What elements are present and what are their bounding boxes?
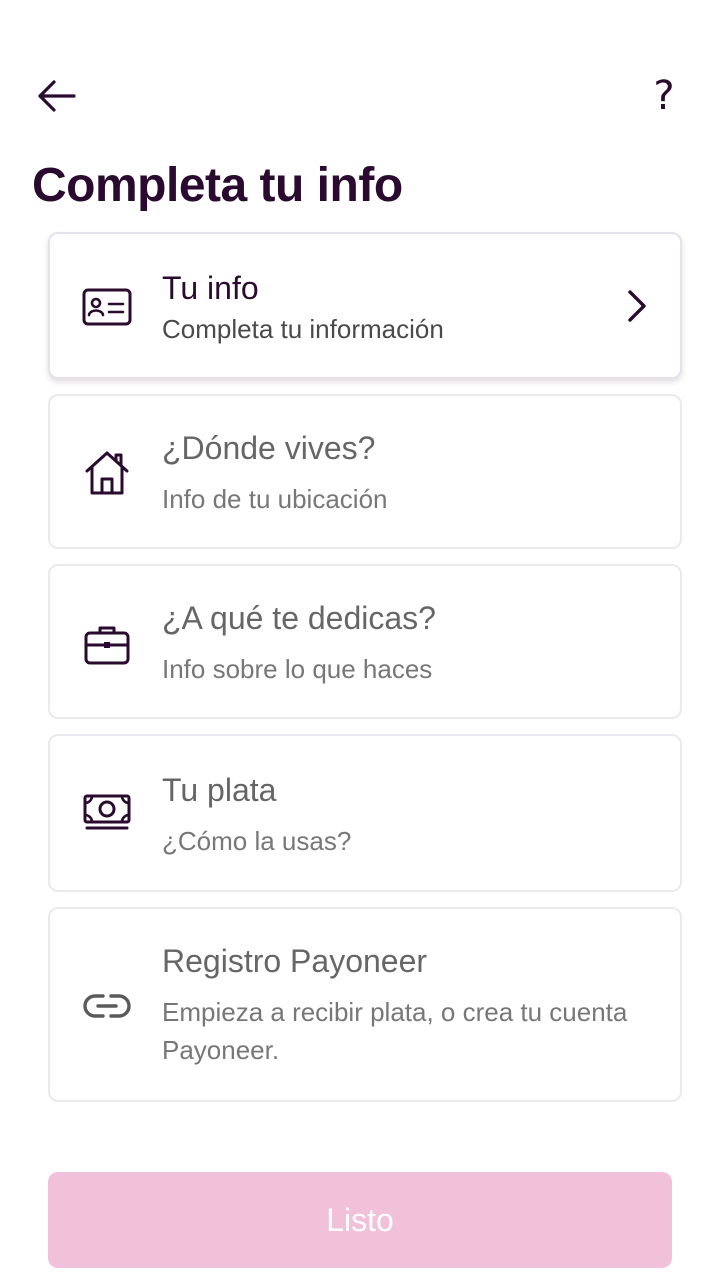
page-title: Completa tu info: [32, 159, 403, 212]
card-title: Tu info: [162, 270, 259, 306]
done-button[interactable]: Listo: [48, 1172, 672, 1268]
card-title: ¿Dónde vives?: [162, 430, 376, 466]
card-subtitle: Empieza a recibir plata, o crea tu cuent…: [162, 997, 628, 1065]
id-card-icon: [80, 280, 134, 334]
card-tu-info[interactable]: Tu info Completa tu información: [48, 232, 682, 379]
card-subtitle: Completa tu información: [162, 314, 444, 344]
card-subtitle: ¿Cómo la usas?: [162, 826, 352, 856]
card-title: Registro Payoneer: [162, 943, 428, 979]
house-icon: [80, 446, 134, 500]
back-button[interactable]: [30, 70, 82, 122]
card-registro-payoneer[interactable]: Registro Payoneer Empieza a recibir plat…: [48, 907, 682, 1102]
briefcase-icon: [80, 618, 134, 672]
card-title: Tu plata: [162, 772, 277, 808]
card-a-que-te-dedicas[interactable]: ¿A qué te dedicas? Info sobre lo que hac…: [48, 564, 682, 719]
card-tu-plata[interactable]: Tu plata ¿Cómo la usas?: [48, 734, 682, 892]
card-donde-vives[interactable]: ¿Dónde vives? Info de tu ubicación: [48, 394, 682, 549]
card-subtitle: Info sobre lo que haces: [162, 654, 433, 684]
card-title: ¿A qué te dedicas?: [162, 600, 436, 636]
help-button[interactable]: ?: [638, 70, 690, 122]
arrow-left-icon: [38, 80, 76, 112]
card-subtitle: Info de tu ubicación: [162, 484, 388, 514]
banknote-icon: [80, 786, 134, 840]
chevron-right-icon: [628, 290, 646, 322]
link-icon: [80, 979, 134, 1033]
